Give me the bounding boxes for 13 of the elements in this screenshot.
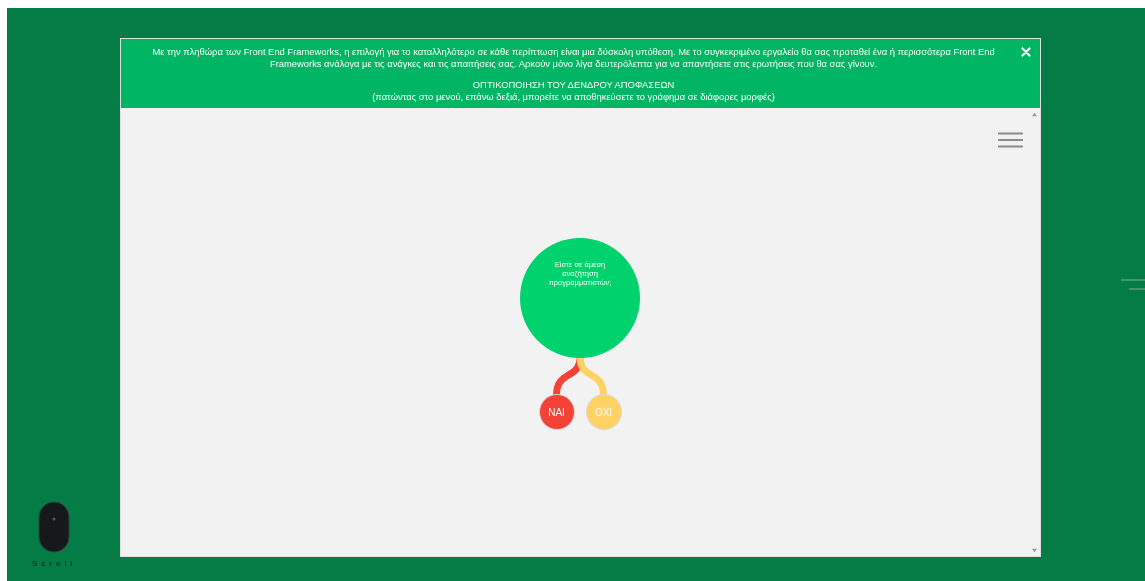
banner-title: ΟΠΤΙΚΟΠΟΙΗΣΗ ΤΟΥ ΔΕΝΔΡΟΥ ΑΠΟΦΑΣΕΩΝ xyxy=(471,79,676,91)
banner-subtitle: (πατώντας στο μενού, επάνω δεξιά, μπορείτε να αποθηκεύσετε το γράφημα σε διάφορες μορφές) xyxy=(371,91,776,103)
scroll-down-icon[interactable] xyxy=(1031,548,1038,553)
mouse-icon xyxy=(38,501,70,553)
answer-node[interactable]: ΟΧΙ xyxy=(585,394,622,430)
menu-icon[interactable] xyxy=(998,132,1023,148)
answer-node[interactable]: ΝΑΙ xyxy=(538,394,575,430)
scroll-hint: Scroll xyxy=(32,559,76,569)
close-icon[interactable] xyxy=(1021,47,1031,57)
lines-icon xyxy=(1121,279,1145,291)
link-line xyxy=(576,356,607,396)
intro-text: Με την πληθώρα των Front End Frameworks, η επιλογή για το καταλληλότερο σε κάθε περίπτωση είναι μια δύσκολη υπόθεση. Με το συγκεκριμένο εργαλείο θα σας προταθεί ένα ή περισσότερα Front End Frameworks ανάλογα με τις ανάγκες και τις απαιτήσεις σας. Αρκούν μόνο λίγα δευτερόλεπτα για να απαντήσετε στις ερωτήσεις που θα σας γίνουν. xyxy=(151,46,996,70)
scroll-up-icon[interactable] xyxy=(1031,112,1038,117)
